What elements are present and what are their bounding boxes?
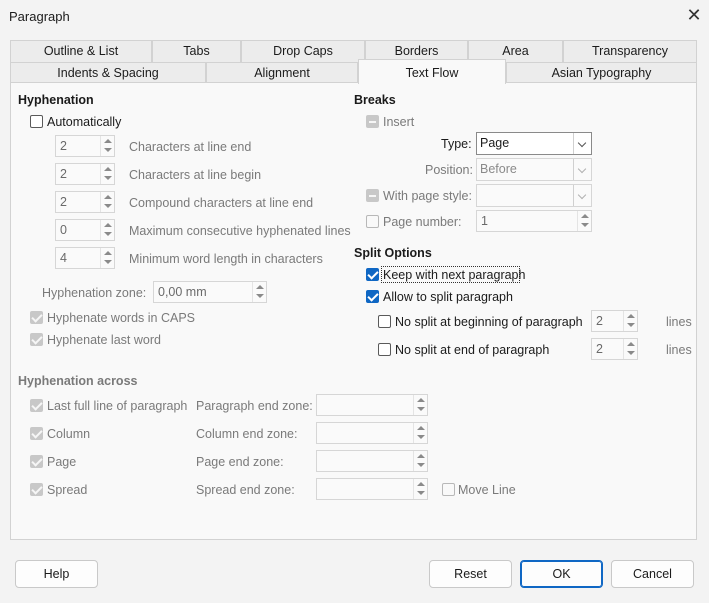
tab-indents-spacing[interactable]: Indents & Spacing [10, 62, 206, 84]
max-hyphenated-lines-spin[interactable]: 0 [55, 219, 115, 241]
spread-end-zone-label: Spread end zone: [196, 483, 295, 497]
paragraph-end-zone-spin[interactable] [316, 394, 428, 416]
page-label: Page [47, 455, 77, 469]
page-style-select[interactable] [476, 184, 592, 207]
breaks-header: Breaks [354, 93, 396, 107]
hyphenate-caps-checkbox[interactable] [30, 311, 43, 324]
tab-asian-typography[interactable]: Asian Typography [506, 62, 697, 84]
chevron-down-icon [573, 133, 591, 154]
page-style-checkbox[interactable] [366, 189, 379, 202]
page-number-label: Page number: [383, 215, 462, 229]
tab-text-flow[interactable]: Text Flow [358, 59, 506, 84]
min-word-length-label: Minimum word length in characters [129, 252, 323, 266]
hyphenate-caps-label: Hyphenate words in CAPS [47, 311, 195, 325]
page-checkbox[interactable] [30, 455, 43, 468]
tab-transparency[interactable]: Transparency [563, 40, 697, 62]
ok-button[interactable]: OK [520, 560, 603, 588]
spread-end-zone-spin[interactable] [316, 478, 428, 500]
no-split-begin-label: No split at beginning of paragraph [395, 315, 583, 329]
column-checkbox[interactable] [30, 427, 43, 440]
hyphenate-last-word-label: Hyphenate last word [47, 333, 161, 347]
tab-drop-caps[interactable]: Drop Caps [241, 40, 365, 62]
tab-tabs[interactable]: Tabs [152, 40, 241, 62]
no-split-end-lines-label: lines [666, 343, 692, 357]
chars-line-end-spin[interactable]: 2 [55, 135, 115, 157]
page-style-label: With page style: [383, 189, 472, 203]
insert-label: Insert [383, 115, 415, 129]
insert-checkbox[interactable] [366, 115, 379, 128]
column-end-zone-spin[interactable] [316, 422, 428, 444]
page-number-checkbox[interactable] [366, 215, 379, 228]
no-split-begin-checkbox[interactable] [378, 315, 391, 328]
paragraph-end-zone-label: Paragraph end zone: [196, 399, 313, 413]
type-label: Type: [441, 137, 472, 151]
hyphenate-last-word-checkbox[interactable] [30, 333, 43, 346]
hyphenation-zone-spin[interactable]: 0,00 mm [153, 281, 267, 303]
page-end-zone-label: Page end zone: [196, 455, 284, 469]
keep-with-next-checkbox[interactable] [366, 268, 379, 281]
automatically-label: Automatically [47, 115, 122, 129]
chars-line-begin-spin[interactable]: 2 [55, 163, 115, 185]
tab-outline-list[interactable]: Outline & List [10, 40, 152, 62]
allow-split-checkbox[interactable] [366, 290, 379, 303]
page-number-spin[interactable]: 1 [476, 210, 592, 232]
move-line-label: Move Line [458, 483, 516, 497]
hyphenation-header: Hyphenation [18, 93, 94, 107]
spread-label: Spread [47, 483, 88, 497]
compound-chars-label: Compound characters at line end [129, 196, 314, 210]
chars-line-end-label: Characters at line end [129, 140, 252, 154]
position-label: Position: [425, 163, 473, 177]
cancel-button[interactable]: Cancel [611, 560, 694, 588]
window-title: Paragraph [9, 9, 70, 24]
type-select[interactable]: Page [476, 132, 592, 155]
min-word-length-spin[interactable]: 4 [55, 247, 115, 269]
no-split-end-spin[interactable]: 2 [591, 338, 638, 360]
keep-with-next-label: Keep with next paragraph [383, 268, 526, 282]
chevron-down-icon [573, 159, 591, 180]
allow-split-label: Allow to split paragraph [383, 290, 513, 304]
no-split-end-label: No split at end of paragraph [395, 343, 550, 357]
max-hyphenated-lines-label: Maximum consecutive hyphenated lines [129, 224, 351, 238]
close-icon[interactable]: ✕ [684, 5, 704, 25]
no-split-begin-lines-label: lines [666, 315, 692, 329]
hyphenation-zone-label: Hyphenation zone: [42, 286, 147, 300]
no-split-end-checkbox[interactable] [378, 343, 391, 356]
hyphenation-across-header: Hyphenation across [18, 374, 138, 388]
tab-alignment[interactable]: Alignment [206, 62, 358, 84]
automatically-checkbox[interactable] [30, 115, 43, 128]
title-bar: Paragraph ✕ [0, 0, 709, 33]
chars-line-begin-label: Characters at line begin [129, 168, 262, 182]
reset-button[interactable]: Reset [429, 560, 512, 588]
compound-chars-spin[interactable]: 2 [55, 191, 115, 213]
last-full-line-checkbox[interactable] [30, 399, 43, 412]
last-full-line-label: Last full line of paragraph [47, 399, 188, 413]
column-end-zone-label: Column end zone: [196, 427, 298, 441]
split-options-header: Split Options [354, 246, 432, 260]
chevron-down-icon [573, 185, 591, 206]
move-line-checkbox[interactable] [442, 483, 455, 496]
position-select[interactable]: Before [476, 158, 592, 181]
no-split-begin-spin[interactable]: 2 [591, 310, 638, 332]
page-end-zone-spin[interactable] [316, 450, 428, 472]
spread-checkbox[interactable] [30, 483, 43, 496]
column-label: Column [47, 427, 91, 441]
help-button[interactable]: Help [15, 560, 98, 588]
